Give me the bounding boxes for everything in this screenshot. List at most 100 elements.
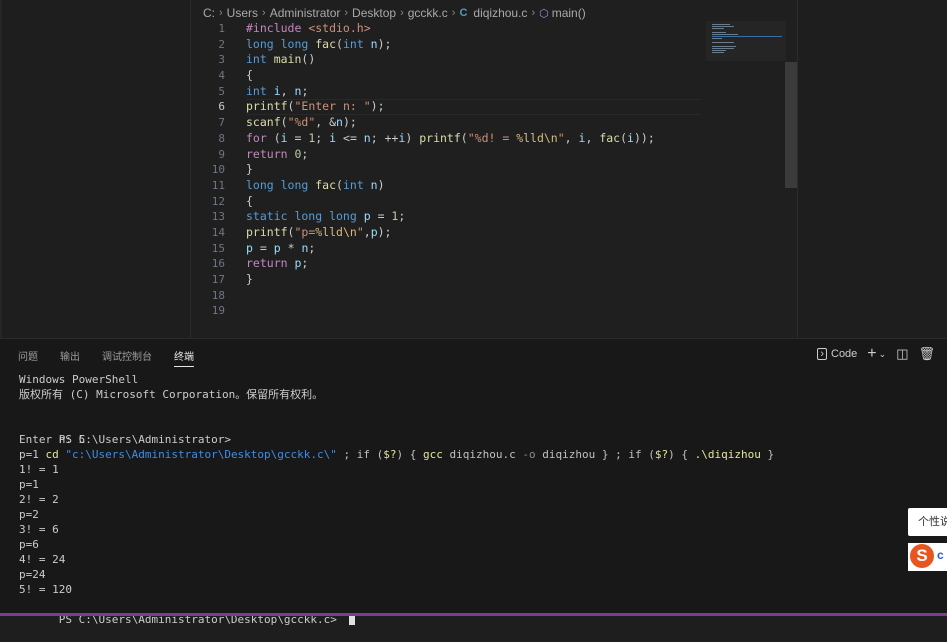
chevron-right-icon: ›: [344, 7, 349, 19]
terminal-profile-button[interactable]: › Code: [817, 348, 857, 360]
chevron-right-icon: ›: [262, 7, 266, 19]
tab-output[interactable]: 输出: [60, 348, 80, 367]
terminal-line: p=2: [19, 508, 39, 521]
terminal-command-line: PS C:\Users\Administrator> cd "c:\Users\…: [19, 417, 939, 461]
code-text: p = p * n;: [246, 240, 316, 255]
line-number: 4: [218, 69, 225, 83]
code-text: }: [246, 162, 253, 177]
code-line[interactable]: 8 for (i = 1; i <= n; ++i) printf("%d! = …: [191, 131, 791, 147]
terminal-output[interactable]: Windows PowerShell 版权所有 (C) Microsoft Co…: [19, 372, 939, 626]
code-line[interactable]: 6 printf("Enter n: ");: [191, 99, 791, 115]
line-number: 1: [218, 22, 225, 35]
chevron-down-icon: ⌄: [878, 348, 887, 359]
code-text: {: [246, 193, 253, 208]
breadcrumb: C: › Users › Administrator › Desktop › g…: [203, 5, 586, 21]
breadcrumb-folder[interactable]: gcckk.c: [408, 6, 448, 20]
panel-tabs: 问题 输出 调试控制台 终端: [18, 348, 216, 367]
breadcrumb-drive[interactable]: C:: [203, 6, 215, 20]
tab-problems[interactable]: 问题: [18, 348, 38, 367]
code-text: }: [246, 272, 253, 286]
code-line[interactable]: 13 static long long p = 1;: [191, 209, 791, 225]
terminal-icon: ›: [817, 348, 827, 360]
code-line[interactable]: 4{: [191, 68, 791, 84]
code-line[interactable]: 17}: [191, 272, 791, 288]
code-text: int main(): [246, 52, 316, 67]
line-number: 6: [218, 100, 225, 114]
breadcrumb-users[interactable]: Users: [227, 6, 258, 20]
code-line[interactable]: 9 return 0;: [191, 147, 791, 163]
tab-debug-console[interactable]: 调试控制台: [102, 348, 152, 367]
line-number: 12: [211, 194, 225, 208]
code-text: int i, n;: [246, 83, 309, 98]
command-token: "c:\Users\Administrator\Desktop\gcckk.c\…: [65, 448, 337, 461]
terminal-line: 5! = 120: [19, 583, 72, 596]
code-line[interactable]: 16 return p;: [191, 256, 791, 272]
breadcrumb-desktop[interactable]: Desktop: [352, 6, 396, 20]
code-lines[interactable]: 1 #include <stdio.h> 2 long long fac(int n)…: [191, 21, 791, 319]
code-line[interactable]: 2 long long fac(int n);: [191, 37, 791, 53]
code-line[interactable]: 12 {: [191, 194, 791, 210]
command-token: ) {: [668, 448, 695, 461]
code-line[interactable]: 15 p = p * n;: [191, 241, 791, 257]
code-text: long long fac(int n): [246, 177, 385, 192]
code-line[interactable]: 10}: [191, 162, 791, 178]
terminal-line: p=1: [19, 478, 39, 491]
code-line[interactable]: 14 printf("p=%lld\n",p);: [191, 225, 791, 241]
code-text: scanf("%d", &n);: [246, 115, 357, 130]
terminal-line: 2! = 2: [19, 493, 59, 506]
ime-label: c: [937, 548, 944, 562]
terminal-final-prompt[interactable]: PS C:\Users\Administrator\Desktop\gcckk.…: [19, 597, 939, 626]
command-token: .\diqizhou: [694, 448, 761, 461]
line-number: 18: [211, 288, 225, 302]
command-token: -o: [522, 448, 543, 461]
chevron-right-icon: ›: [400, 7, 404, 19]
ime-tooltip: 个性说: [908, 508, 947, 536]
code-text: printf("p=%lld\n",p);: [246, 224, 392, 239]
minimap[interactable]: [706, 21, 786, 61]
editor-scrollbar[interactable]: [785, 62, 797, 188]
command-token: diqizhou } ; if (: [542, 448, 655, 461]
terminal-line: p=24: [19, 568, 46, 581]
tab-terminal[interactable]: 终端: [174, 348, 194, 367]
plus-icon: +: [867, 345, 877, 362]
bottom-panel: 问题 输出 调试控制台 终端 › Code + ⌄ ◫ 🗑 Windows Po…: [0, 338, 947, 626]
line-number: 10: [211, 163, 225, 177]
line-number: 3: [218, 53, 225, 67]
split-icon[interactable]: ◫: [896, 346, 908, 362]
code-line[interactable]: 19: [191, 303, 791, 319]
terminal-line: 1! = 1: [19, 463, 59, 476]
command-token: }: [760, 448, 775, 461]
code-line[interactable]: 11 long long fac(int n): [191, 178, 791, 194]
terminal-line: Windows PowerShell: [19, 373, 139, 386]
side-area: [2, 0, 191, 338]
command-token: ) {: [396, 448, 424, 461]
function-symbol-icon: ⬡: [539, 7, 549, 20]
chevron-right-icon: ›: [451, 7, 456, 19]
new-terminal-button[interactable]: + ⌄: [867, 345, 886, 363]
breadcrumb-file[interactable]: diqizhou.c: [473, 6, 527, 20]
code-line[interactable]: 3 int main(): [191, 52, 791, 68]
code-line[interactable]: 5 int i, n;: [191, 84, 791, 100]
code-line[interactable]: 7 scanf("%d", &n);: [191, 115, 791, 131]
breadcrumb-symbol[interactable]: main(): [552, 6, 586, 20]
chevron-right-icon: ›: [219, 7, 223, 19]
line-number: 9: [218, 147, 225, 161]
command-token: diqizhou.c: [449, 448, 523, 461]
breadcrumb-administrator[interactable]: Administrator: [270, 6, 341, 20]
line-number: 2: [218, 37, 225, 51]
code-line[interactable]: 18: [191, 288, 791, 304]
terminal-line: p=6: [19, 538, 39, 551]
code-text: long long fac(int n);: [246, 36, 392, 51]
terminal-profile-label: Code: [831, 348, 858, 360]
code-line[interactable]: 1 #include <stdio.h>: [191, 21, 791, 37]
terminal-line: 4! = 24: [19, 553, 66, 566]
sogou-logo-icon: S: [910, 544, 934, 568]
chevron-right-icon: ›: [531, 7, 536, 19]
code-editor[interactable]: C: › Users › Administrator › Desktop › g…: [191, 0, 797, 338]
code-text: for (i = 1; i <= n; ++i) printf("%d! = %…: [246, 130, 655, 145]
code-text: printf("Enter n: ");: [246, 99, 385, 114]
code-text: #include <stdio.h>: [246, 21, 371, 35]
ime-toolbar[interactable]: S c: [908, 543, 947, 571]
trash-icon[interactable]: 🗑: [918, 346, 935, 362]
panel-actions: › Code + ⌄ ◫ 🗑: [817, 345, 935, 363]
